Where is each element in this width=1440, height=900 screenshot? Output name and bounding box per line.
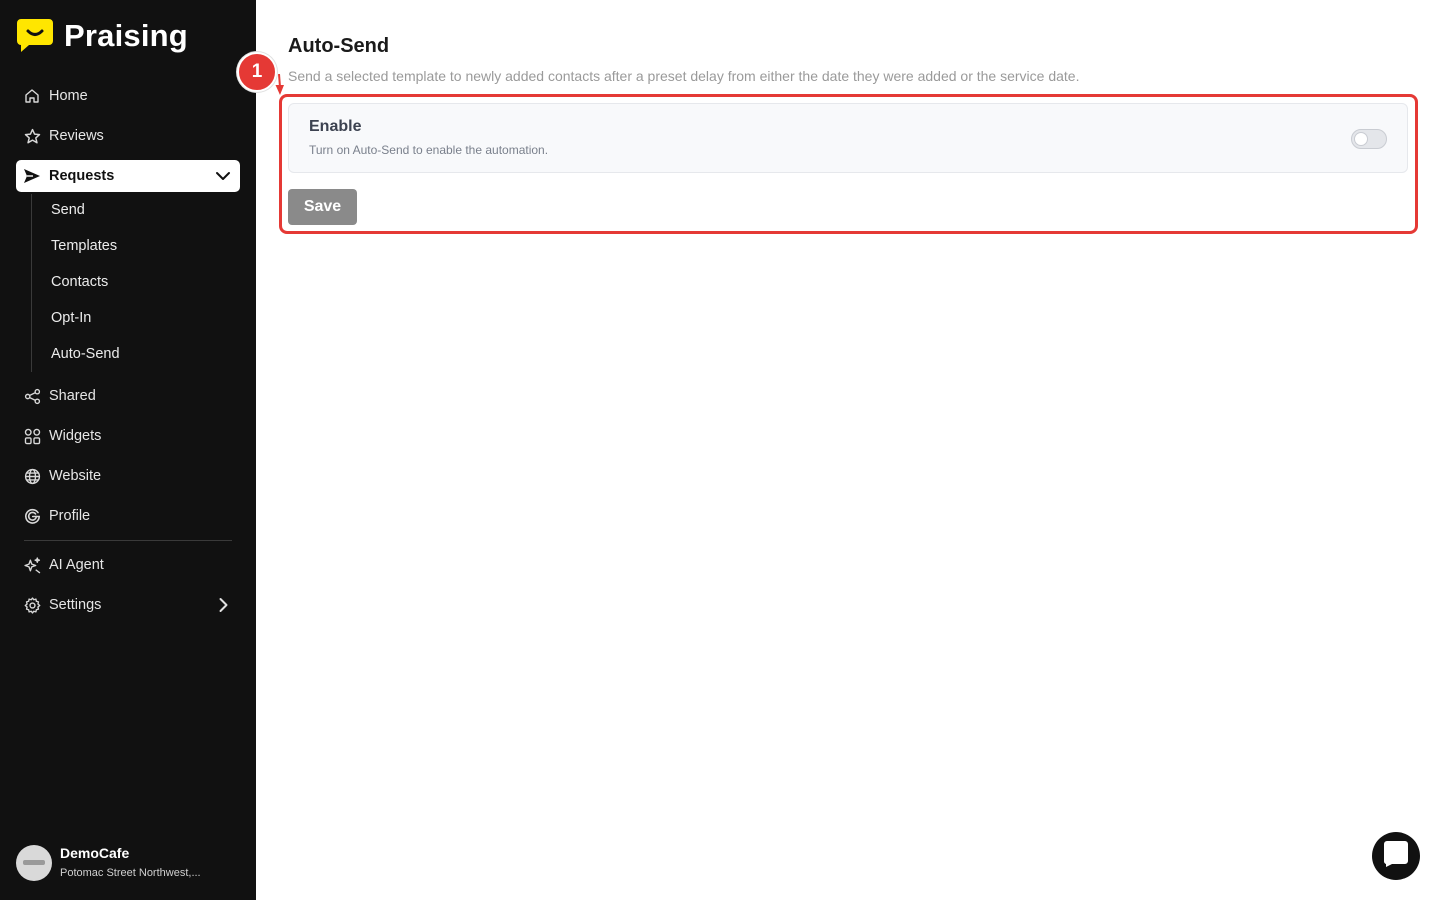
sidebar-item-shared[interactable]: Shared: [16, 380, 240, 412]
subnav-item-opt-in[interactable]: Opt-In: [51, 308, 91, 328]
requests-subnav: Send Templates Contacts Opt-In Auto-Send: [31, 194, 231, 372]
widgets-icon: [23, 427, 41, 445]
subnav-item-send[interactable]: Send: [51, 200, 85, 220]
chevron-down-icon[interactable]: [215, 168, 231, 184]
sidebar-item-label: Widgets: [49, 428, 102, 444]
page-title: Auto-Send: [288, 35, 390, 57]
share-icon: [23, 387, 41, 405]
avatar: [16, 844, 52, 881]
sidebar-item-label: Website: [49, 468, 102, 484]
sidebar-item-label: Requests: [49, 168, 115, 184]
sidebar-item-website[interactable]: Website: [16, 460, 240, 492]
logo-chat-smile-icon: [17, 19, 53, 53]
main-content: Auto-Send Send a selected template to ne…: [256, 0, 1440, 900]
app-window: Praising Home Reviews Requests Send Temp…: [0, 0, 1440, 900]
account-switcher[interactable]: DemoCafe Potomac Street Northwest,...: [16, 844, 201, 881]
sidebar-item-label: Reviews: [49, 128, 104, 144]
sidebar-item-label: Shared: [49, 388, 96, 404]
account-address: Potomac Street Northwest,...: [60, 867, 201, 879]
sidebar-divider: [24, 540, 232, 541]
sidebar-item-label: Settings: [49, 597, 102, 613]
star-icon: [23, 127, 41, 145]
sidebar-item-reviews[interactable]: Reviews: [16, 120, 240, 152]
subnav-item-contacts[interactable]: Contacts: [51, 272, 108, 292]
sidebar-item-label: AI Agent: [49, 557, 104, 573]
brand-name: Praising: [64, 18, 188, 53]
chevron-right-icon[interactable]: [215, 597, 231, 613]
gear-icon: [23, 596, 41, 614]
sidebar-item-ai-agent[interactable]: AI Agent: [16, 549, 240, 581]
subnav-item-templates[interactable]: Templates: [51, 236, 117, 256]
chat-launcher-button[interactable]: [1372, 832, 1420, 880]
annotation-highlight-box: [279, 94, 1418, 234]
google-icon: [23, 507, 41, 525]
sidebar-item-home[interactable]: Home: [16, 80, 240, 112]
home-icon: [23, 87, 41, 105]
subnav-item-auto-send[interactable]: Auto-Send: [51, 344, 120, 364]
globe-icon: [23, 467, 41, 485]
sparkle-icon: [23, 556, 41, 574]
sidebar-item-settings[interactable]: Settings: [16, 589, 240, 621]
account-name: DemoCafe: [60, 845, 130, 861]
chat-bubble-icon: [1383, 840, 1408, 872]
brand-logo[interactable]: Praising: [17, 19, 188, 53]
page-description: Send a selected template to newly added …: [288, 68, 1080, 84]
sidebar-item-profile[interactable]: Profile: [16, 500, 240, 532]
annotation-pointer-icon: [275, 74, 284, 95]
sidebar-item-requests[interactable]: Requests: [16, 160, 240, 192]
sidebar: Praising Home Reviews Requests Send Temp…: [0, 0, 256, 900]
sidebar-item-label: Home: [49, 88, 88, 104]
sidebar-item-label: Profile: [49, 508, 91, 524]
annotation-step-badge: 1: [237, 52, 277, 92]
sidebar-item-widgets[interactable]: Widgets: [16, 420, 240, 452]
send-icon: [23, 167, 41, 185]
